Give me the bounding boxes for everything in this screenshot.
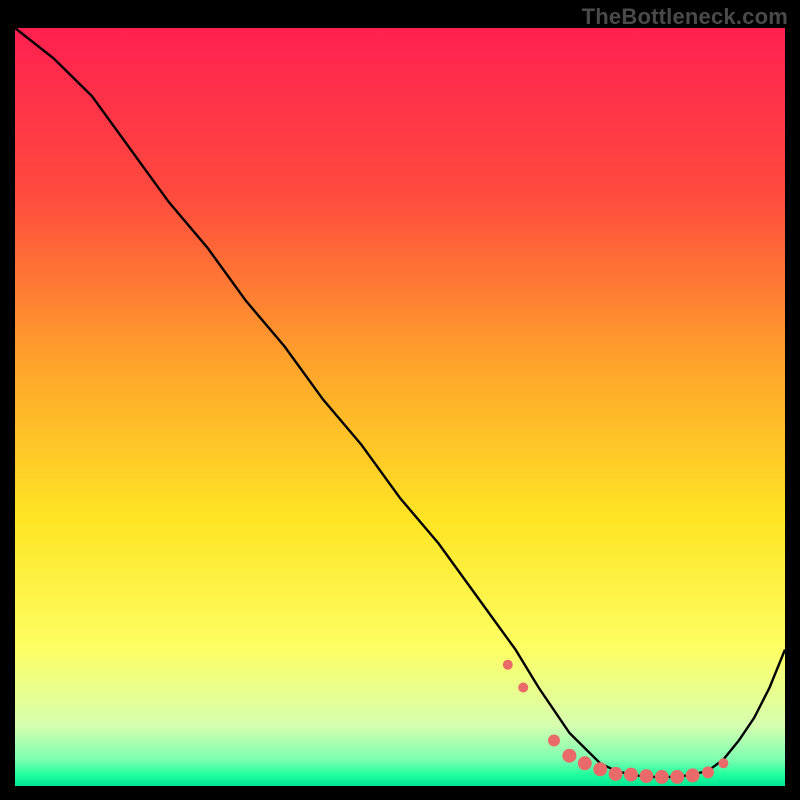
highlight-dot [548, 735, 560, 747]
highlight-dot [639, 769, 653, 783]
watermark-label: TheBottleneck.com [582, 4, 788, 30]
highlight-dot [593, 762, 607, 776]
chart-stage: TheBottleneck.com [0, 0, 800, 800]
highlight-dot [578, 756, 592, 770]
highlight-dot [670, 770, 684, 784]
highlight-dot [686, 768, 700, 782]
highlight-dot [503, 660, 513, 670]
bottleneck-chart [0, 0, 800, 800]
highlight-dot [702, 766, 714, 778]
highlight-dot [609, 767, 623, 781]
highlight-dot [562, 749, 576, 763]
highlight-dot [718, 758, 728, 768]
highlight-dot [655, 770, 669, 784]
plot-background [15, 28, 785, 786]
highlight-dot [518, 683, 528, 693]
highlight-dot [624, 768, 638, 782]
